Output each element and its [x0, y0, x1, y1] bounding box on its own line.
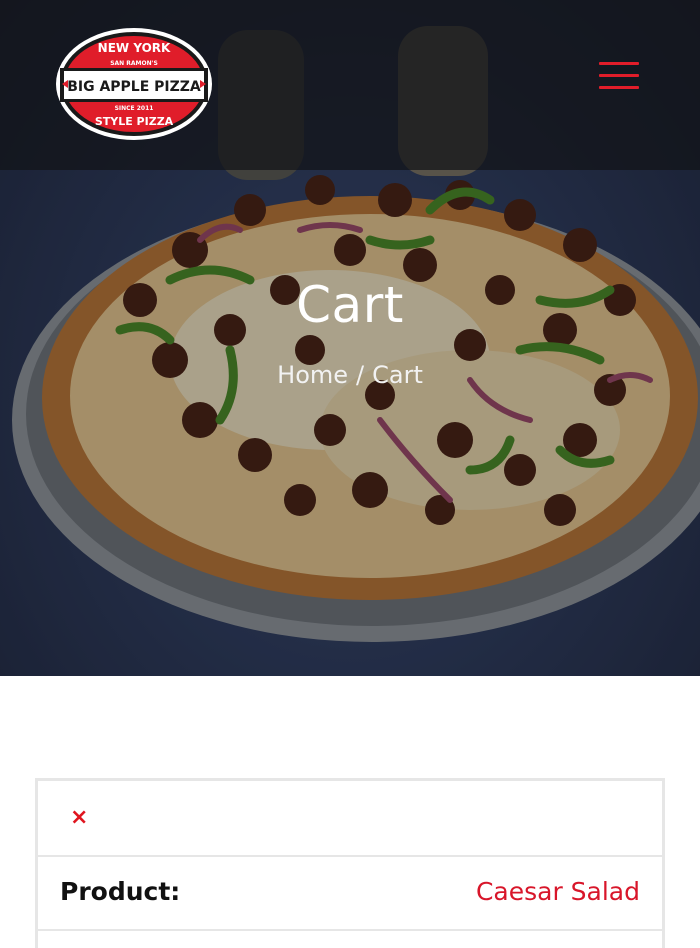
- cart-table: × Product: Caesar Salad: [35, 778, 665, 948]
- site-header: NEW YORK SAN RAMON'S BIG APPLE PIZZA SIN…: [0, 0, 700, 170]
- product-label: Product:: [60, 877, 181, 906]
- logo-top-arc: NEW YORK: [98, 41, 171, 55]
- hamburger-menu-icon[interactable]: [596, 58, 642, 94]
- remove-item-icon[interactable]: ×: [70, 807, 88, 829]
- logo-bottom-arc: STYLE PIZZA: [95, 115, 174, 128]
- logo-main-text: BIG APPLE PIZZA: [67, 79, 201, 95]
- cart-row-product: Product: Caesar Salad: [38, 857, 662, 931]
- hero-banner: NEW YORK SAN RAMON'S BIG APPLE PIZZA SIN…: [0, 0, 700, 676]
- menu-bar-middle: [599, 74, 639, 77]
- menu-bar-bottom: [599, 86, 639, 89]
- breadcrumb: Home / Cart: [0, 361, 700, 389]
- logo-since-text: SINCE 2011: [115, 105, 154, 112]
- big-apple-pizza-logo[interactable]: NEW YORK SAN RAMON'S BIG APPLE PIZZA SIN…: [54, 26, 214, 142]
- cart-row-remove: ×: [38, 781, 662, 857]
- product-name-link[interactable]: Caesar Salad: [476, 877, 640, 906]
- menu-bar-top: [599, 62, 639, 65]
- logo-small-text: SAN RAMON'S: [110, 60, 158, 67]
- breadcrumb-separator: /: [356, 361, 365, 389]
- page-title: Cart: [296, 276, 404, 334]
- breadcrumb-current: Cart: [372, 361, 423, 389]
- breadcrumb-home-link[interactable]: Home: [277, 361, 348, 389]
